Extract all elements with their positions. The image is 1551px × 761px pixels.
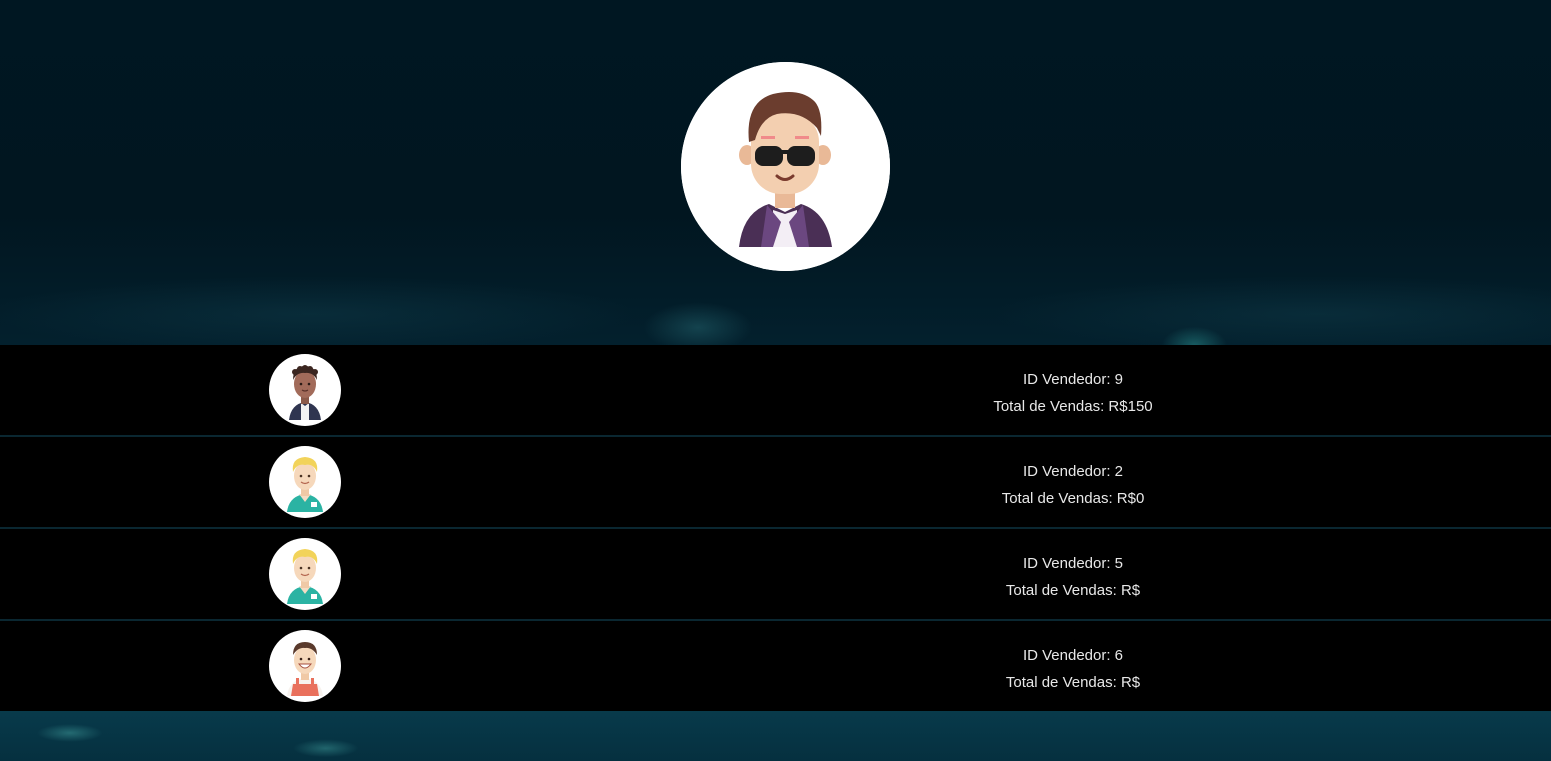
seller-total-sales: Total de Vendas: R$ <box>1005 674 1141 691</box>
seller-avatar[interactable] <box>269 538 341 610</box>
seller-row[interactable]: ID Vendedor: 5 Total de Vendas: R$ <box>0 529 1551 621</box>
seller-total-sales: Total de Vendas: R$150 <box>993 398 1153 415</box>
man-dark-skin-avatar-icon <box>289 365 321 420</box>
seller-id: ID Vendedor: 2 <box>1022 463 1124 480</box>
seller-id: ID Vendedor: 9 <box>1022 371 1124 388</box>
blond-man-green-shirt-avatar-icon <box>287 549 323 604</box>
seller-avatar[interactable] <box>269 446 341 518</box>
seller-total-sales: Total de Vendas: R$0 <box>1001 490 1145 507</box>
background-footer <box>0 710 1551 761</box>
seller-row[interactable]: ID Vendedor: 9 Total de Vendas: R$150 <box>0 345 1551 437</box>
seller-id: ID Vendedor: 5 <box>1022 555 1124 572</box>
smiling-man-red-apron-avatar-icon <box>287 642 323 696</box>
profile-avatar[interactable] <box>681 62 890 271</box>
seller-avatar[interactable] <box>269 630 341 702</box>
profile-header <box>0 0 1551 345</box>
seller-info: ID Vendedor: 6 Total de Vendas: R$ <box>873 642 1273 696</box>
seller-total-sales: Total de Vendas: R$ <box>1005 582 1141 599</box>
sunglasses-man-avatar-icon <box>681 62 890 271</box>
blond-man-green-shirt-avatar-icon <box>287 457 323 512</box>
seller-row[interactable]: ID Vendedor: 2 Total de Vendas: R$0 <box>0 437 1551 529</box>
seller-id: ID Vendedor: 6 <box>1022 647 1124 664</box>
seller-list: ID Vendedor: 9 Total de Vendas: R$150 ID… <box>0 345 1551 711</box>
seller-info: ID Vendedor: 5 Total de Vendas: R$ <box>873 550 1273 604</box>
seller-info: ID Vendedor: 2 Total de Vendas: R$0 <box>873 458 1273 512</box>
seller-info: ID Vendedor: 9 Total de Vendas: R$150 <box>873 366 1273 420</box>
seller-avatar[interactable] <box>269 354 341 426</box>
seller-row[interactable]: ID Vendedor: 6 Total de Vendas: R$ <box>0 621 1551 711</box>
